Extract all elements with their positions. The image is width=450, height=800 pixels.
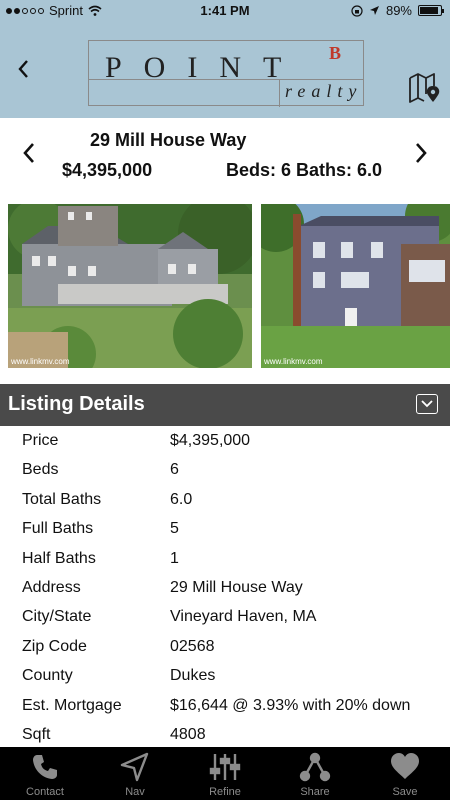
collapse-toggle-button[interactable] — [416, 394, 438, 414]
map-button[interactable] — [408, 72, 442, 111]
listing-details-header[interactable]: Listing Details — [0, 384, 450, 426]
point-b-realty-logo: POINT B realty — [88, 40, 364, 107]
detail-value: 29 Mill House Way — [170, 578, 303, 596]
tab-share[interactable]: Share — [270, 747, 360, 800]
detail-label: County — [22, 667, 73, 685]
detail-row: County Dukes — [0, 661, 450, 690]
status-right-group: 89% — [351, 3, 444, 18]
chevron-right-icon — [416, 143, 427, 163]
detail-row: Address 29 Mill House Way — [0, 573, 450, 602]
detail-value: 6 — [170, 461, 179, 479]
detail-label: Total Baths — [22, 490, 102, 508]
detail-row: Half Baths 1 — [0, 544, 450, 573]
photo-credit: www.linkmv.com — [264, 357, 323, 366]
detail-row: Sqft 4808 — [0, 720, 450, 749]
listing-summary: 29 Mill House Way $4,395,000 Beds: 6 Bat… — [0, 118, 450, 198]
section-title: Listing Details — [8, 393, 145, 415]
detail-row: Zip Code 02568 — [0, 632, 450, 661]
detail-value: Vineyard Haven, MA — [170, 608, 317, 626]
detail-label: City/State — [22, 608, 92, 626]
detail-value: $16,644 @ 3.93% with 20% down — [170, 696, 411, 714]
detail-value: 1 — [170, 549, 179, 567]
phone-icon — [33, 755, 57, 779]
share-icon — [299, 752, 331, 782]
next-listing-button[interactable] — [414, 140, 428, 172]
photo-credit: www.linkmv.com — [11, 357, 70, 366]
detail-value: Dukes — [170, 667, 216, 685]
detail-value: 6.0 — [170, 490, 193, 508]
detail-row: Beds 6 — [0, 455, 450, 484]
battery-icon — [418, 5, 444, 16]
tab-label: Save — [392, 786, 418, 798]
detail-value: 02568 — [170, 637, 215, 655]
detail-label: Sqft — [22, 725, 51, 743]
detail-row: Price $4,395,000 — [0, 426, 450, 455]
listing-photo[interactable]: www.linkmv.com — [261, 204, 450, 368]
back-button[interactable] — [16, 56, 30, 87]
location-arrow-icon — [369, 6, 379, 15]
rotation-lock-icon — [351, 4, 363, 17]
detail-row: Total Baths 6.0 — [0, 485, 450, 514]
chevron-left-icon — [23, 143, 34, 163]
listing-details-table: Price $4,395,000 Beds 6 Total Baths 6.0 Full B… — [0, 426, 450, 749]
chevron-down-icon — [421, 400, 433, 408]
map-pin-icon — [409, 73, 440, 103]
tab-label: Share — [300, 786, 330, 798]
detail-row: City/State Vineyard Haven, MA — [0, 602, 450, 631]
battery-percent: 89% — [385, 3, 412, 18]
heart-icon — [391, 753, 419, 779]
navigation-arrow-icon — [120, 752, 149, 782]
photo-carousel[interactable]: www.linkmv.com www.linkmv.com — [0, 204, 450, 370]
tab-label: Refine — [209, 786, 241, 798]
detail-label: Price — [22, 432, 59, 449]
listing-address: 29 Mill House Way — [90, 130, 247, 150]
detail-value: 5 — [170, 520, 179, 538]
previous-listing-button[interactable] — [22, 140, 36, 172]
detail-label: Full Baths — [22, 520, 94, 538]
bottom-tab-bar: Contact Nav Refine Share Save — [0, 747, 450, 800]
tab-nav[interactable]: Nav — [90, 747, 180, 800]
detail-label: Est. Mortgage — [22, 696, 122, 714]
listing-beds-baths: Beds: 6 Baths: 6.0 — [226, 160, 383, 180]
detail-value: $4,395,000 — [170, 432, 251, 449]
logo-subtitle: realty — [285, 81, 363, 101]
detail-label: Half Baths — [22, 549, 96, 567]
detail-row: Full Baths 5 — [0, 514, 450, 543]
detail-label: Zip Code — [22, 637, 87, 655]
detail-row: Est. Mortgage $16,644 @ 3.93% with 20% do… — [0, 691, 450, 720]
tab-label: Nav — [125, 786, 145, 798]
detail-value: 4808 — [170, 725, 206, 743]
tab-refine[interactable]: Refine — [180, 747, 270, 800]
logo-b: B — [329, 43, 342, 63]
header-bar: POINT B realty — [0, 22, 450, 118]
detail-label: Address — [22, 578, 81, 596]
listing-price: $4,395,000 — [62, 160, 153, 180]
tab-label: Contact — [26, 786, 64, 798]
status-bar: Sprint 1:41 PM 89% — [0, 0, 450, 22]
tab-contact[interactable]: Contact — [0, 747, 90, 800]
chevron-left-icon — [18, 60, 28, 78]
tab-save[interactable]: Save — [360, 747, 450, 800]
sliders-icon — [209, 754, 241, 780]
listing-photo[interactable]: www.linkmv.com — [8, 204, 252, 368]
detail-label: Beds — [22, 461, 59, 479]
